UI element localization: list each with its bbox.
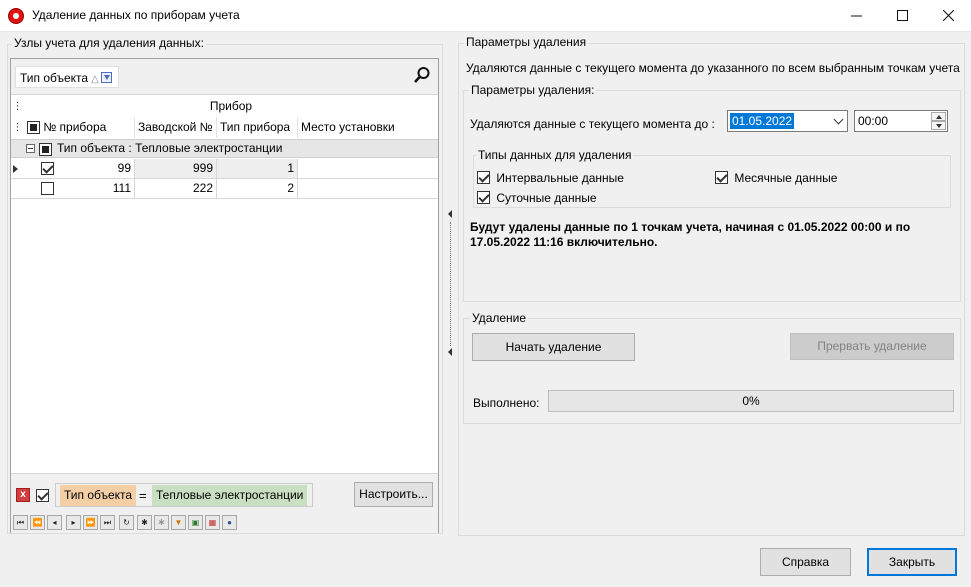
close-icon <box>942 10 954 21</box>
append-icon[interactable]: ✱ <box>137 515 152 530</box>
date-value[interactable]: 01.05.2022 <box>730 113 795 129</box>
left-panel-title: Узлы учета для удаления данных: <box>12 36 207 50</box>
row-checkbox[interactable] <box>41 182 54 195</box>
find-icon[interactable]: ● <box>222 515 237 530</box>
prev-page-icon[interactable]: ⏪ <box>30 515 45 530</box>
spin-down-icon[interactable] <box>931 121 946 130</box>
app-icon <box>8 8 24 24</box>
interval-label: Интервальные данные <box>496 170 624 185</box>
maximize-icon <box>896 10 908 21</box>
splitter-collapse-icon[interactable] <box>448 348 452 356</box>
right-panel-title: Параметры удаления <box>464 35 589 49</box>
filter-icon[interactable] <box>100 72 112 83</box>
refresh-icon[interactable]: ↻ <box>119 515 134 530</box>
clear-filter-icon[interactable]: x <box>16 488 30 502</box>
table-row[interactable]: 99 999 1 <box>11 159 438 179</box>
time-stepper[interactable]: 00:00 <box>854 110 948 132</box>
chevron-down-icon[interactable] <box>833 114 844 125</box>
table-row[interactable]: 111 222 2 <box>11 179 438 199</box>
band-menu-icon[interactable]: ⋮ <box>11 96 24 117</box>
types-title: Типы данных для удаления <box>476 148 634 162</box>
group-chip-label: Тип объекта <box>20 71 89 85</box>
description-text: Удаляются данные с текущего момента до у… <box>466 61 960 75</box>
columns-menu-icon[interactable]: ⋮ <box>11 117 24 138</box>
sort-asc-icon: △ <box>91 74 99 85</box>
col-header-factory[interactable]: Заводской № <box>135 117 217 138</box>
title-bar: Удаление данных по приборам учета <box>0 0 971 32</box>
filter-operator[interactable]: = <box>139 485 147 506</box>
prev-record-icon[interactable]: ◂ <box>47 515 62 530</box>
spin-up-icon[interactable] <box>931 112 946 121</box>
export-icon[interactable]: ▣ <box>188 515 203 530</box>
row-checkbox[interactable] <box>41 162 54 175</box>
filter-tool-icon[interactable]: ▼ <box>171 515 186 530</box>
group-chip[interactable]: Тип объекта △ <box>15 66 119 88</box>
first-page-icon[interactable]: ⏮ <box>13 515 28 530</box>
window-title: Удаление данных по приборам учета <box>32 8 240 22</box>
filter-value[interactable]: Тепловые электростанции <box>152 485 308 506</box>
delete-title: Удаление <box>470 311 529 325</box>
filter-bar: x Тип объекта = Тепловые электростанции … <box>11 473 438 513</box>
monthly-checkbox[interactable] <box>715 171 728 185</box>
col-header-num[interactable]: № прибора <box>24 117 135 138</box>
next-page-icon[interactable]: ⏩ <box>83 515 98 530</box>
close-window-button[interactable] <box>925 0 971 31</box>
filter-enabled-checkbox[interactable] <box>36 489 49 503</box>
grid-settings-icon[interactable]: ▦ <box>205 515 220 530</box>
close-button[interactable]: Закрыть <box>867 548 957 576</box>
column-header-row: ⋮ № прибора Заводской № Тип прибора Мест… <box>11 117 438 138</box>
daily-label: Суточные данные <box>496 190 597 205</box>
start-delete-button[interactable]: Начать удаление <box>472 333 635 361</box>
select-all-checkbox[interactable] <box>27 121 40 135</box>
monthly-label: Месячные данные <box>734 170 838 185</box>
interval-checkbox[interactable] <box>477 171 490 185</box>
minimize-icon <box>850 15 862 17</box>
maximize-button[interactable] <box>879 0 925 31</box>
time-value[interactable]: 00:00 <box>858 114 888 128</box>
navigator-bar: ⏮ ⏪ ◂ ▸ ⏩ ⏭ ↻ ✱ ✱ ▼ ▣ ▦ ● <box>11 513 438 533</box>
interval-checkbox-item[interactable]: Интервальные данные <box>477 170 624 185</box>
monthly-checkbox-item[interactable]: Месячные данные <box>715 170 837 185</box>
collapse-icon[interactable] <box>26 144 35 153</box>
daily-checkbox-item[interactable]: Суточные данные <box>477 190 597 205</box>
group-row-label: Тип объекта : Тепловые электростанции <box>57 141 283 155</box>
progress-label: Выполнено: <box>473 396 540 410</box>
help-button[interactable]: Справка <box>760 548 851 576</box>
group-checkbox[interactable] <box>39 143 52 157</box>
filter-field[interactable]: Тип объекта <box>60 485 137 506</box>
band-header-row: ⋮ Прибор <box>11 96 438 117</box>
devices-grid: Тип объекта △ ⋮ Прибор ⋮ № прибора Заводс… <box>10 58 439 533</box>
band-header: Прибор <box>209 99 253 113</box>
last-page-icon[interactable]: ⏭ <box>100 515 115 530</box>
search-icon[interactable] <box>413 66 431 84</box>
progress-bar: 0% <box>548 390 954 412</box>
group-panel: Тип объекта △ <box>11 59 438 95</box>
abort-delete-button[interactable]: Прервать удаление <box>790 333 954 360</box>
current-row-icon <box>13 165 18 173</box>
splitter-collapse-icon[interactable] <box>448 210 452 218</box>
date-label: Удаляются данные с текущего момента до : <box>470 117 715 131</box>
minimize-button[interactable] <box>833 0 879 31</box>
configure-filter-button[interactable]: Настроить... <box>354 482 433 507</box>
group-row[interactable]: Тип объекта : Тепловые электростанции <box>11 139 438 158</box>
splitter[interactable] <box>450 222 451 346</box>
summary-message: Будут удалены данные по 1 точкам учета, … <box>470 220 911 249</box>
delete-icon[interactable]: ✱ <box>154 515 169 530</box>
col-header-type[interactable]: Тип прибора <box>217 117 298 138</box>
params-title: Параметры удаления: <box>469 83 597 97</box>
col-header-place[interactable]: Место установки <box>298 117 438 138</box>
daily-checkbox[interactable] <box>477 191 490 205</box>
date-picker[interactable]: 01.05.2022 <box>727 110 848 132</box>
next-record-icon[interactable]: ▸ <box>66 515 81 530</box>
